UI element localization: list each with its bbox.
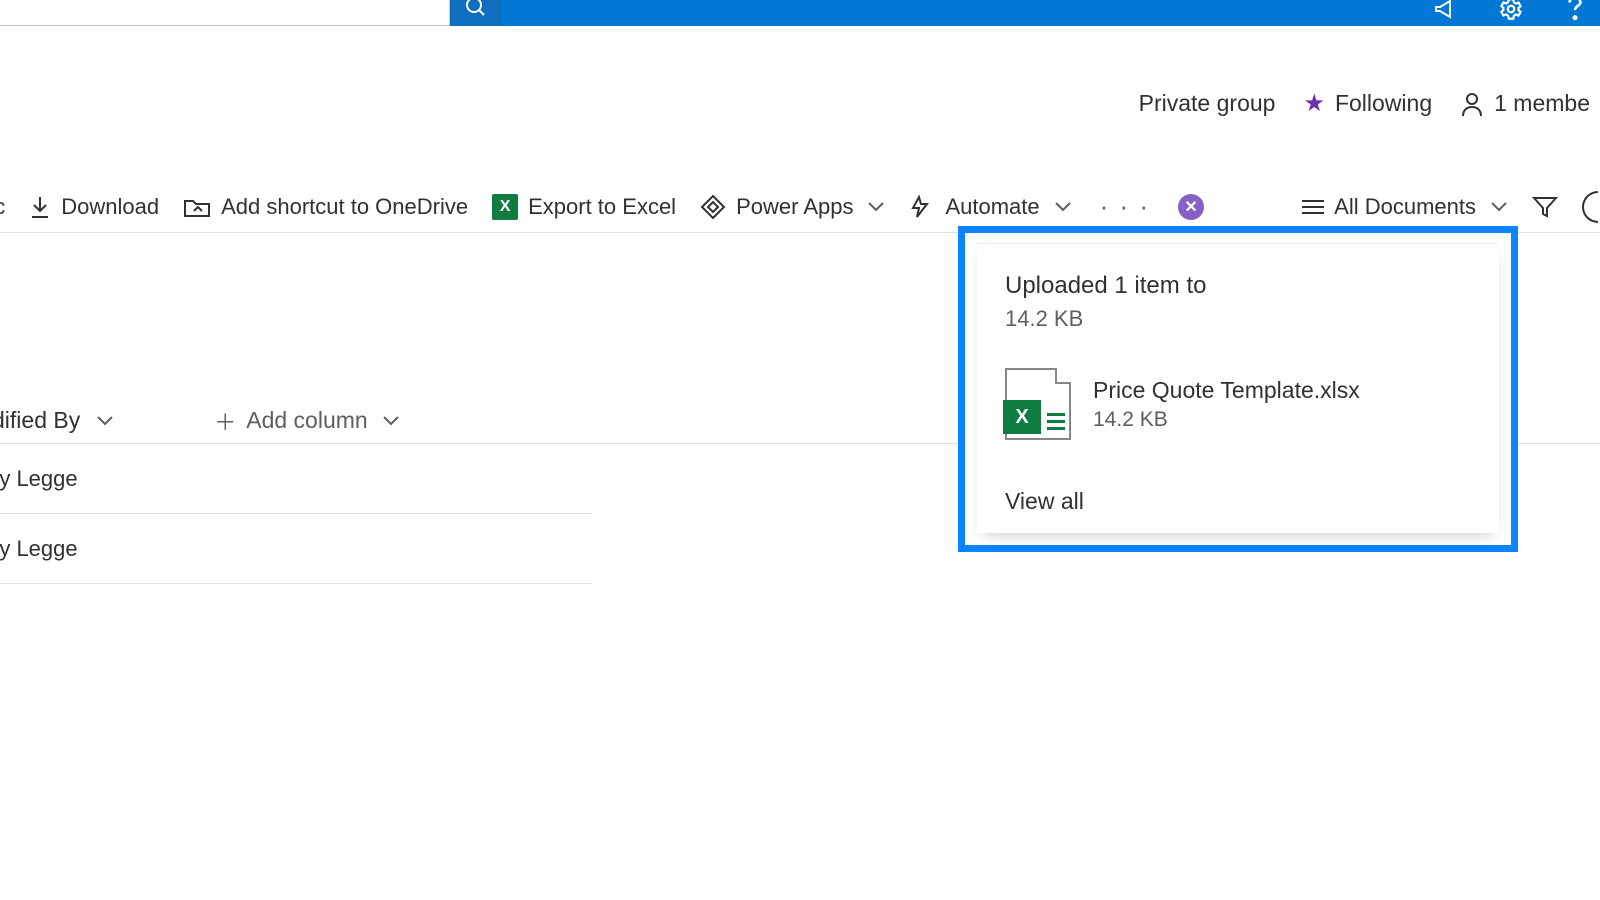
automate-icon	[909, 194, 935, 220]
download-icon	[29, 195, 51, 219]
chevron-down-icon	[1490, 201, 1508, 213]
cell-modified-by: ry Legge	[0, 536, 78, 562]
view-name-label: All Documents	[1334, 194, 1476, 220]
help-icon[interactable]	[1560, 0, 1590, 22]
megaphone-icon[interactable]	[1432, 0, 1462, 22]
folder-shortcut-icon	[183, 195, 211, 219]
file-size: 14.2 KB	[1093, 408, 1360, 432]
person-icon	[1460, 91, 1484, 117]
table-row[interactable]: ry Legge	[0, 514, 592, 584]
upload-toast: Uploaded 1 item to 14.2 KB X Price Quote…	[958, 226, 1518, 552]
sync-label-partial: nc	[0, 194, 5, 220]
download-label: Download	[61, 194, 159, 220]
chevron-down-icon	[382, 415, 400, 427]
export-excel-button[interactable]: X Export to Excel	[492, 194, 676, 220]
file-name: Price Quote Template.xlsx	[1093, 377, 1360, 404]
sync-button-partial[interactable]: nc	[0, 194, 5, 220]
add-shortcut-label: Add shortcut to OneDrive	[221, 194, 468, 220]
automate-button[interactable]: Automate	[909, 194, 1071, 220]
excel-icon: X	[492, 194, 518, 220]
toast-total-size: 14.2 KB	[1005, 306, 1479, 332]
info-icon-partial[interactable]	[1582, 191, 1598, 223]
column-label: dified By	[0, 407, 80, 434]
following-label: Following	[1335, 90, 1432, 117]
view-all-link[interactable]: View all	[1005, 488, 1479, 515]
more-actions-button[interactable]: · · ·	[1096, 191, 1154, 222]
site-header: Private group ★ Following 1 membe	[0, 26, 1600, 181]
chevron-down-icon	[867, 201, 885, 213]
filter-button[interactable]	[1532, 195, 1558, 219]
search-button[interactable]	[450, 0, 502, 26]
uploaded-file-item[interactable]: X Price Quote Template.xlsx 14.2 KB	[1005, 368, 1479, 440]
suite-header	[0, 0, 1600, 26]
chevron-down-icon	[96, 415, 114, 427]
dismiss-upload-status[interactable]: ✕	[1178, 194, 1204, 220]
close-icon: ✕	[1184, 197, 1197, 217]
power-apps-label: Power Apps	[736, 194, 853, 220]
privacy-text: Private group	[1139, 90, 1276, 117]
download-button[interactable]: Download	[29, 194, 159, 220]
chevron-down-icon	[1054, 201, 1072, 213]
export-excel-label: Export to Excel	[528, 194, 676, 220]
add-column-button[interactable]: ＋ Add column	[214, 405, 399, 437]
search-input[interactable]	[0, 0, 450, 26]
group-privacy: Private group	[1139, 90, 1276, 117]
add-column-label: Add column	[246, 407, 367, 434]
view-selector[interactable]: All Documents	[1302, 194, 1508, 220]
power-apps-button[interactable]: Power Apps	[700, 194, 885, 220]
automate-label: Automate	[945, 194, 1039, 220]
toast-title: Uploaded 1 item to	[1005, 272, 1479, 300]
members-label: 1 membe	[1494, 90, 1590, 117]
members-button[interactable]: 1 membe	[1460, 90, 1590, 117]
search-icon	[464, 0, 488, 19]
excel-file-icon: X	[1005, 368, 1071, 440]
filter-icon	[1532, 195, 1558, 219]
column-header-modified-by[interactable]: dified By	[0, 407, 114, 434]
cell-modified-by: ry Legge	[0, 466, 78, 492]
plus-icon: ＋	[214, 405, 236, 437]
add-shortcut-button[interactable]: Add shortcut to OneDrive	[183, 194, 468, 220]
table-row[interactable]: ry Legge	[0, 444, 592, 514]
follow-toggle[interactable]: ★ Following	[1303, 90, 1432, 117]
list-view-icon	[1302, 200, 1324, 214]
settings-icon[interactable]	[1496, 0, 1526, 22]
power-apps-icon	[700, 194, 726, 220]
star-icon: ★	[1303, 92, 1325, 116]
